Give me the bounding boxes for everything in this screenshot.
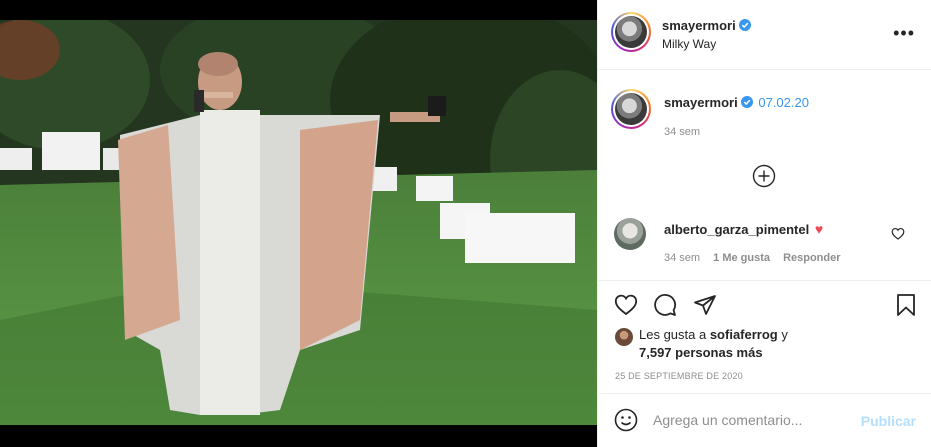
post-photo[interactable]: [0, 20, 597, 425]
post-date[interactable]: 25 DE SEPTIEMBRE DE 2020: [615, 371, 743, 381]
author-username[interactable]: smayermori: [662, 18, 736, 33]
likes-prefix: Les gusta a: [639, 327, 710, 342]
comment-text: ♥: [814, 221, 824, 237]
verified-badge-icon: [740, 96, 753, 108]
instagram-post-modal: smayermori Milky Way ••• smayermori 07.0…: [0, 0, 931, 447]
share-icon[interactable]: [693, 293, 717, 317]
likes-conjunction: y: [777, 327, 788, 342]
post-header: smayermori Milky Way •••: [598, 0, 931, 70]
comment-age: 34 sem: [664, 252, 701, 264]
comment-input[interactable]: [653, 406, 853, 434]
caption-age: 34 sem: [664, 126, 701, 138]
likes-count-link[interactable]: 7,597 personas más: [639, 345, 763, 360]
bookmark-icon[interactable]: [894, 293, 918, 317]
verified-badge-icon: [738, 19, 751, 31]
load-more-comments-icon[interactable]: [752, 164, 776, 188]
location-link[interactable]: Milky Way: [662, 37, 716, 51]
comment-reply-button[interactable]: Responder: [783, 252, 840, 264]
comment-meta: 34 sem 1 Me gusta Responder: [664, 252, 841, 264]
more-options-icon[interactable]: •••: [893, 24, 915, 42]
comment-icon[interactable]: [653, 293, 677, 317]
likes-summary: Les gusta a sofiaferrog y 7,597 personas…: [615, 326, 788, 362]
post-side-panel: smayermori Milky Way ••• smayermori 07.0…: [597, 0, 931, 447]
comment-like-heart-icon[interactable]: [891, 227, 905, 240]
caption-text: 07.02.20: [758, 95, 809, 110]
like-heart-icon[interactable]: [614, 293, 638, 317]
liker-username[interactable]: sofiaferrog: [710, 327, 778, 342]
commenter-avatar[interactable]: [614, 218, 646, 250]
photo-illustration: [0, 20, 597, 425]
comment-composer: Publicar: [598, 393, 931, 447]
photo-pane: [0, 0, 597, 447]
publish-button[interactable]: Publicar: [861, 413, 916, 429]
actions-divider: [598, 280, 931, 281]
author-avatar[interactable]: [611, 12, 651, 52]
commenter-username[interactable]: alberto_garza_pimentel: [664, 222, 809, 237]
emoji-icon[interactable]: [614, 408, 638, 432]
comment-likes-link[interactable]: 1 Me gusta: [713, 252, 770, 264]
caption-avatar[interactable]: [611, 89, 651, 129]
liker-avatar[interactable]: [615, 328, 633, 346]
caption-username[interactable]: smayermori: [664, 95, 738, 110]
action-bar: [598, 290, 931, 320]
